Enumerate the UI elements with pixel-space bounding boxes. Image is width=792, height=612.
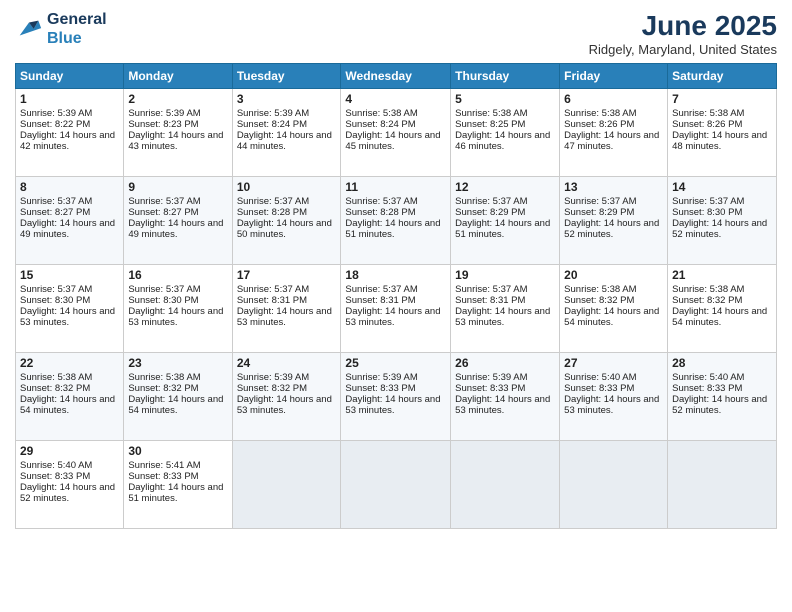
day-number: 14 xyxy=(672,180,772,194)
day-number: 9 xyxy=(128,180,227,194)
table-cell: 13Sunrise: 5:37 AMSunset: 8:29 PMDayligh… xyxy=(560,177,668,265)
day-number: 24 xyxy=(237,356,337,370)
day-number: 16 xyxy=(128,268,227,282)
day-number: 30 xyxy=(128,444,227,458)
day-number: 12 xyxy=(455,180,555,194)
table-cell xyxy=(232,441,341,529)
calendar-row: 8Sunrise: 5:37 AMSunset: 8:27 PMDaylight… xyxy=(16,177,777,265)
day-number: 5 xyxy=(455,92,555,106)
header-saturday: Saturday xyxy=(668,64,777,89)
header: General Blue June 2025 Ridgely, Maryland… xyxy=(15,10,777,57)
day-number: 26 xyxy=(455,356,555,370)
table-cell: 23Sunrise: 5:38 AMSunset: 8:32 PMDayligh… xyxy=(124,353,232,441)
table-cell xyxy=(668,441,777,529)
calendar-header-row: Sunday Monday Tuesday Wednesday Thursday… xyxy=(16,64,777,89)
header-tuesday: Tuesday xyxy=(232,64,341,89)
day-number: 23 xyxy=(128,356,227,370)
table-cell: 8Sunrise: 5:37 AMSunset: 8:27 PMDaylight… xyxy=(16,177,124,265)
calendar-table: Sunday Monday Tuesday Wednesday Thursday… xyxy=(15,63,777,529)
day-number: 27 xyxy=(564,356,663,370)
header-wednesday: Wednesday xyxy=(341,64,451,89)
table-cell: 20Sunrise: 5:38 AMSunset: 8:32 PMDayligh… xyxy=(560,265,668,353)
day-number: 17 xyxy=(237,268,337,282)
table-cell: 29Sunrise: 5:40 AMSunset: 8:33 PMDayligh… xyxy=(16,441,124,529)
location: Ridgely, Maryland, United States xyxy=(589,42,777,57)
table-cell: 16Sunrise: 5:37 AMSunset: 8:30 PMDayligh… xyxy=(124,265,232,353)
logo-text: General Blue xyxy=(47,10,107,48)
title-block: June 2025 Ridgely, Maryland, United Stat… xyxy=(589,10,777,57)
table-cell: 14Sunrise: 5:37 AMSunset: 8:30 PMDayligh… xyxy=(668,177,777,265)
day-number: 8 xyxy=(20,180,119,194)
table-cell xyxy=(451,441,560,529)
header-friday: Friday xyxy=(560,64,668,89)
header-monday: Monday xyxy=(124,64,232,89)
day-number: 1 xyxy=(20,92,119,106)
table-cell: 26Sunrise: 5:39 AMSunset: 8:33 PMDayligh… xyxy=(451,353,560,441)
logo-icon xyxy=(15,15,43,43)
table-cell: 2Sunrise: 5:39 AMSunset: 8:23 PMDaylight… xyxy=(124,89,232,177)
table-cell: 12Sunrise: 5:37 AMSunset: 8:29 PMDayligh… xyxy=(451,177,560,265)
page: General Blue June 2025 Ridgely, Maryland… xyxy=(0,0,792,612)
day-number: 22 xyxy=(20,356,119,370)
table-cell: 17Sunrise: 5:37 AMSunset: 8:31 PMDayligh… xyxy=(232,265,341,353)
table-cell xyxy=(341,441,451,529)
day-number: 10 xyxy=(237,180,337,194)
table-cell: 19Sunrise: 5:37 AMSunset: 8:31 PMDayligh… xyxy=(451,265,560,353)
header-thursday: Thursday xyxy=(451,64,560,89)
header-sunday: Sunday xyxy=(16,64,124,89)
table-cell: 21Sunrise: 5:38 AMSunset: 8:32 PMDayligh… xyxy=(668,265,777,353)
day-number: 21 xyxy=(672,268,772,282)
table-cell: 1Sunrise: 5:39 AMSunset: 8:22 PMDaylight… xyxy=(16,89,124,177)
day-number: 3 xyxy=(237,92,337,106)
table-cell: 22Sunrise: 5:38 AMSunset: 8:32 PMDayligh… xyxy=(16,353,124,441)
table-cell: 5Sunrise: 5:38 AMSunset: 8:25 PMDaylight… xyxy=(451,89,560,177)
table-cell: 25Sunrise: 5:39 AMSunset: 8:33 PMDayligh… xyxy=(341,353,451,441)
day-number: 29 xyxy=(20,444,119,458)
table-cell: 30Sunrise: 5:41 AMSunset: 8:33 PMDayligh… xyxy=(124,441,232,529)
table-cell xyxy=(560,441,668,529)
calendar-row: 15Sunrise: 5:37 AMSunset: 8:30 PMDayligh… xyxy=(16,265,777,353)
calendar-row: 29Sunrise: 5:40 AMSunset: 8:33 PMDayligh… xyxy=(16,441,777,529)
day-number: 13 xyxy=(564,180,663,194)
day-number: 28 xyxy=(672,356,772,370)
table-cell: 28Sunrise: 5:40 AMSunset: 8:33 PMDayligh… xyxy=(668,353,777,441)
table-cell: 9Sunrise: 5:37 AMSunset: 8:27 PMDaylight… xyxy=(124,177,232,265)
table-cell: 3Sunrise: 5:39 AMSunset: 8:24 PMDaylight… xyxy=(232,89,341,177)
table-cell: 27Sunrise: 5:40 AMSunset: 8:33 PMDayligh… xyxy=(560,353,668,441)
table-cell: 18Sunrise: 5:37 AMSunset: 8:31 PMDayligh… xyxy=(341,265,451,353)
day-number: 15 xyxy=(20,268,119,282)
day-number: 2 xyxy=(128,92,227,106)
day-number: 19 xyxy=(455,268,555,282)
table-cell: 24Sunrise: 5:39 AMSunset: 8:32 PMDayligh… xyxy=(232,353,341,441)
table-cell: 4Sunrise: 5:38 AMSunset: 8:24 PMDaylight… xyxy=(341,89,451,177)
calendar-row: 1Sunrise: 5:39 AMSunset: 8:22 PMDaylight… xyxy=(16,89,777,177)
day-number: 4 xyxy=(345,92,446,106)
day-number: 6 xyxy=(564,92,663,106)
logo: General Blue xyxy=(15,10,107,48)
month-year: June 2025 xyxy=(589,10,777,42)
table-cell: 10Sunrise: 5:37 AMSunset: 8:28 PMDayligh… xyxy=(232,177,341,265)
day-number: 11 xyxy=(345,180,446,194)
calendar-row: 22Sunrise: 5:38 AMSunset: 8:32 PMDayligh… xyxy=(16,353,777,441)
day-number: 20 xyxy=(564,268,663,282)
table-cell: 6Sunrise: 5:38 AMSunset: 8:26 PMDaylight… xyxy=(560,89,668,177)
table-cell: 7Sunrise: 5:38 AMSunset: 8:26 PMDaylight… xyxy=(668,89,777,177)
table-cell: 11Sunrise: 5:37 AMSunset: 8:28 PMDayligh… xyxy=(341,177,451,265)
day-number: 25 xyxy=(345,356,446,370)
table-cell: 15Sunrise: 5:37 AMSunset: 8:30 PMDayligh… xyxy=(16,265,124,353)
day-number: 7 xyxy=(672,92,772,106)
day-number: 18 xyxy=(345,268,446,282)
